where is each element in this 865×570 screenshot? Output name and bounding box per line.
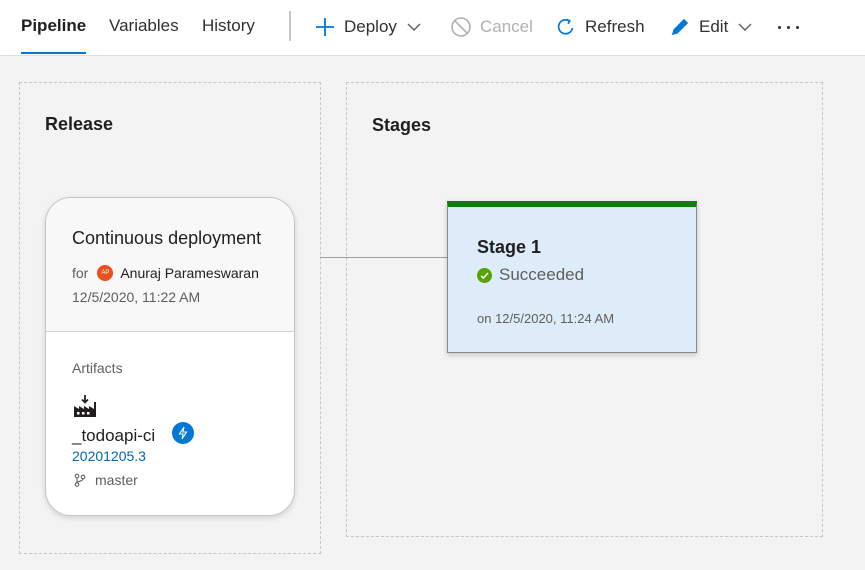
artifacts-label: Artifacts [72,360,123,376]
tab-variables[interactable]: Variables [109,0,179,54]
pipeline-connector [320,257,448,258]
branch-name: master [95,472,138,488]
edit-button[interactable]: Edit [669,0,752,54]
cancel-label: Cancel [480,17,533,36]
refresh-button[interactable]: Refresh [555,0,645,54]
avatar: AP [97,265,114,281]
release-date: 12/5/2020, 11:22 AM [72,289,201,305]
edit-label: Edit [699,17,729,36]
trigger-icon [172,422,194,444]
cancel-button[interactable]: Cancel [450,0,533,54]
release-trigger-title: Continuous deployment [72,228,262,248]
refresh-label: Refresh [585,17,645,36]
stage-name: Stage 1 [477,237,542,257]
deploy-button[interactable]: Deploy [314,0,421,54]
plus-icon [314,16,336,38]
branch-icon [74,473,86,487]
tab-history[interactable]: History [202,0,255,54]
release-panel-title: Release [45,114,114,134]
requester-name: Anuraj Parameswaran [120,265,259,281]
branch: master [73,472,138,488]
more-icon[interactable] [775,14,805,40]
artifact-name: _todoapi-ci [72,426,156,445]
requester-line: for AP Anuraj Parameswaran [72,265,259,281]
edit-icon [669,16,691,38]
artifact-icon [73,394,97,418]
deploy-label: Deploy [344,17,397,36]
refresh-icon [555,16,577,38]
chevron-down-icon [407,22,421,32]
release-card[interactable]: Continuous deployment for AP Anuraj Para… [45,197,295,516]
stage-status-label: Succeeded [499,265,585,284]
stages-panel-title: Stages [372,115,432,135]
for-label: for [72,265,89,281]
cancel-icon [450,16,472,38]
stage-status: Succeeded [477,265,584,285]
tab-pipeline[interactable]: Pipeline [21,0,87,54]
build-link[interactable]: 20201205.3 [72,448,146,464]
success-icon [477,267,492,283]
toolbar-separator [289,11,291,41]
chevron-down-icon [738,22,752,32]
stage-date: on 12/5/2020, 11:24 AM [477,311,615,326]
toolbar: Pipeline Variables History Deploy Cancel… [0,0,865,56]
stage-card[interactable]: Stage 1 Succeeded on 12/5/2020, 11:24 AM [447,201,697,353]
